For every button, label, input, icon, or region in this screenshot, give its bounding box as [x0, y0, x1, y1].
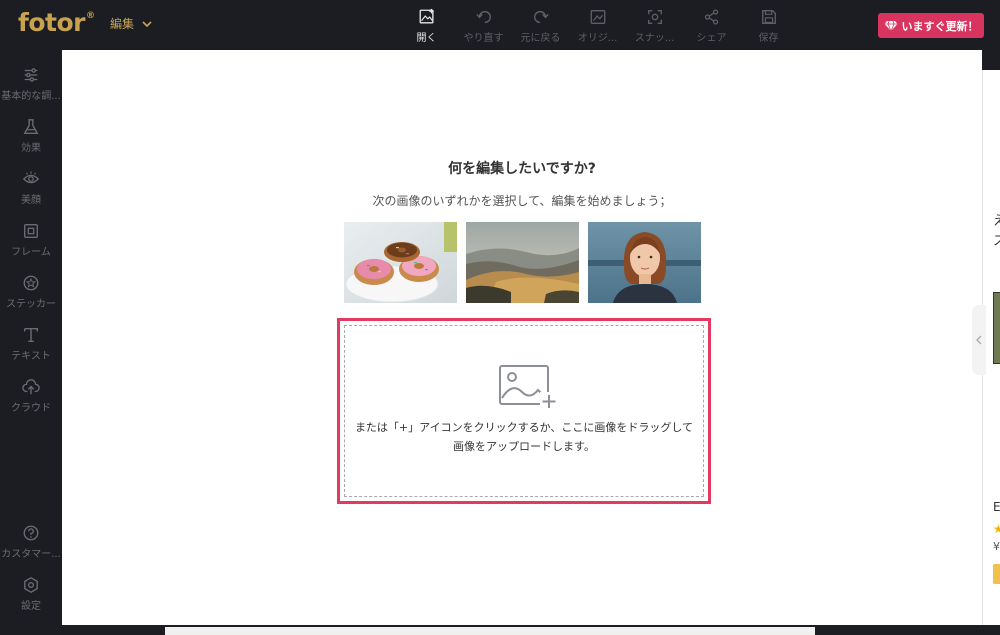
undo-icon [475, 10, 491, 24]
redo-label: 元に戻る [520, 33, 561, 44]
left-sidebar: 基本的な調... 効果 美顔 フレーム ステッカー テキスト クラウド カスタマ… [0, 50, 62, 625]
diamond-icon [884, 20, 897, 32]
sample-image-landscape[interactable] [466, 222, 579, 303]
sidebar-item-customer-support[interactable]: カスタマー... [0, 524, 62, 560]
save-label: 保存 [758, 33, 779, 44]
sidebar-item-cloud[interactable]: クラウド [0, 378, 62, 414]
ad-text-fragment: ス [993, 230, 1000, 249]
collapse-panel-tab[interactable] [972, 305, 986, 375]
sidebar-item-label: クラウド [11, 403, 51, 414]
open-label: 開く [416, 33, 437, 44]
add-image-icon[interactable] [498, 364, 558, 410]
share-label: シェア [696, 33, 727, 44]
upgrade-now-label: いますぐ更新！ [901, 19, 979, 33]
ad-price: ¥ [993, 540, 1000, 553]
dropzone-dashed-area[interactable]: または「+」アイコンをクリックするか、ここに画像をドラッグして 画像をアップロー… [344, 325, 704, 497]
panel-title: 何を編集したいですか? [448, 161, 596, 177]
flask-icon [23, 119, 39, 134]
ad-text-fragment: え [993, 210, 1000, 229]
sidebar-item-label: カスタマー... [1, 549, 61, 560]
save-button[interactable]: 保存 [740, 8, 797, 46]
help-icon [23, 525, 39, 541]
text-icon [23, 327, 39, 343]
chevron-down-icon [142, 20, 152, 27]
undo-button[interactable]: やり直す [455, 8, 512, 46]
sidebar-item-text[interactable]: テキスト [0, 326, 62, 362]
chevron-left-icon [976, 335, 982, 345]
save-icon [761, 10, 776, 24]
sample-image-donuts[interactable] [344, 222, 457, 303]
settings-icon [24, 577, 38, 593]
open-image-panel: 何を編集したいですか? 次の画像のいずれかを選択して、編集を始めましょう； また… [62, 50, 982, 625]
bottom-ad-strip [165, 627, 815, 635]
dropzone-line-2: 画像をアップロードします。 [453, 440, 595, 453]
redo-button[interactable]: 元に戻る [512, 8, 569, 46]
sidebar-item-label: フレーム [11, 247, 51, 258]
fotor-logo[interactable]: fotor® [18, 8, 95, 37]
sidebar-item-beauty[interactable]: 美顔 [0, 170, 62, 206]
frame-icon [24, 224, 38, 238]
sliders-icon [24, 68, 38, 82]
panel-subtitle: 次の画像のいずれかを選択して、編集を始めましょう； [372, 194, 672, 208]
snapshot-button[interactable]: スナッ... [626, 8, 683, 46]
ad-product-image[interactable] [993, 292, 1000, 364]
sample-image-portrait[interactable] [588, 222, 701, 303]
top-bar: fotor® 編集 開く やり直す 元に戻る オリジ... スナッ... シェア [0, 0, 1000, 50]
main-toolbar: 開く やり直す 元に戻る オリジ... スナッ... シェア 保存 [398, 8, 797, 46]
upgrade-now-button[interactable]: いますぐ更新！ [878, 13, 984, 38]
open-button[interactable]: 開く [398, 8, 455, 46]
sidebar-item-label: 美顔 [21, 195, 41, 206]
dropzone-line-1: または「+」アイコンをクリックするか、ここに画像をドラッグして [354, 421, 694, 434]
edit-menu-dropdown[interactable]: 編集 [110, 15, 152, 32]
star-icon: ★ [993, 522, 1000, 536]
edit-menu-label: 編集 [110, 17, 135, 31]
dropzone-instructions: または「+」アイコンをクリックするか、ここに画像をドラッグして 画像をアップロー… [345, 418, 703, 456]
sidebar-item-label: 基本的な調... [1, 91, 61, 102]
original-icon [590, 10, 605, 24]
open-image-icon [419, 8, 434, 24]
sidebar-item-stickers[interactable]: ステッカー [0, 274, 62, 310]
sidebar-item-label: ステッカー [6, 299, 56, 310]
sidebar-item-effects[interactable]: 効果 [0, 118, 62, 154]
upload-dropzone[interactable]: または「+」アイコンをクリックするか、ここに画像をドラッグして 画像をアップロー… [337, 318, 711, 504]
sidebar-item-frames[interactable]: フレーム [0, 222, 62, 258]
cloud-upload-icon [22, 379, 40, 395]
undo-label: やり直す [463, 33, 504, 44]
share-icon [704, 9, 718, 25]
sidebar-item-basic-adjust[interactable]: 基本的な調... [0, 66, 62, 102]
original-label: オリジ... [577, 33, 618, 44]
share-button[interactable]: シェア [683, 8, 740, 46]
ad-buy-button[interactable] [993, 564, 1000, 584]
sidebar-item-settings[interactable]: 設定 [0, 576, 62, 612]
sidebar-item-label: 設定 [21, 601, 41, 612]
snapshot-icon [647, 10, 662, 24]
original-button[interactable]: オリジ... [569, 8, 626, 46]
sidebar-item-label: テキスト [11, 351, 51, 362]
redo-icon [533, 10, 549, 24]
sticker-icon [23, 275, 39, 291]
ad-product-title[interactable]: E [993, 500, 1000, 514]
sidebar-item-label: 効果 [21, 143, 41, 154]
snapshot-label: スナッ... [634, 33, 675, 44]
eye-icon [22, 171, 40, 184]
